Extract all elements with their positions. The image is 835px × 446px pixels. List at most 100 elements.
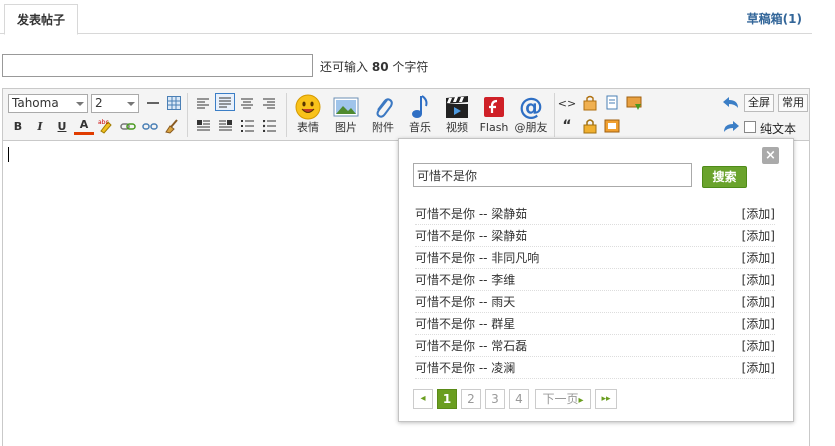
add-link[interactable]: [添加]: [742, 357, 775, 379]
tab-post[interactable]: 发表帖子: [4, 4, 78, 35]
font-family-select[interactable]: Tahoma: [8, 94, 88, 113]
attachment-label: 附件: [372, 121, 394, 134]
music-button[interactable]: 音乐: [402, 93, 438, 137]
password-button[interactable]: [580, 117, 600, 135]
undo-icon: [723, 97, 738, 108]
frame-icon: [604, 119, 620, 133]
redo-button[interactable]: [721, 118, 741, 136]
list-item: 可惜不是你 -- 李维 [添加]: [415, 269, 775, 291]
horizontal-rule-icon: [147, 102, 159, 104]
highlighter-icon: abc: [98, 119, 112, 134]
quote-button[interactable]: “: [557, 117, 577, 135]
flash-icon: [484, 97, 504, 117]
emoticon-label: 表情: [297, 121, 319, 134]
align-right-button[interactable]: [259, 94, 279, 112]
horizontal-rule-button[interactable]: [143, 94, 163, 112]
add-link[interactable]: [添加]: [742, 203, 775, 225]
clear-format-button[interactable]: [162, 117, 182, 135]
list-item: 可惜不是你 -- 常石磊 [添加]: [415, 335, 775, 357]
tab-bar: 发表帖子 草稿箱(1): [0, 0, 812, 35]
music-note-icon: [412, 95, 428, 118]
page-break-button[interactable]: [602, 94, 622, 112]
char-hint-prefix: 还可输入: [320, 60, 369, 74]
ordered-list-button[interactable]: [237, 117, 257, 135]
photo-download-icon: [626, 96, 642, 110]
close-button[interactable]: ×: [762, 147, 779, 164]
title-input[interactable]: [2, 54, 313, 77]
list-item: 可惜不是你 -- 凌澜 [添加]: [415, 357, 775, 379]
music-search-input[interactable]: [413, 163, 692, 187]
add-link[interactable]: [添加]: [742, 247, 775, 269]
svg-text:@: @: [519, 94, 543, 120]
italic-button[interactable]: I: [30, 117, 50, 135]
insert-link-button[interactable]: [118, 117, 138, 135]
font-color-button[interactable]: A: [74, 117, 94, 135]
list-item: 可惜不是你 -- 梁静茹 [添加]: [415, 225, 775, 247]
float-left-button[interactable]: [193, 117, 213, 135]
font-family-value: Tahoma: [12, 96, 59, 110]
prev-page-button[interactable]: ◂: [413, 389, 433, 409]
video-button[interactable]: 视频: [439, 93, 475, 137]
font-size-select[interactable]: 2: [91, 94, 139, 113]
align-left-button[interactable]: [193, 94, 213, 112]
code-button[interactable]: <>: [557, 94, 577, 112]
list-item: 可惜不是你 -- 非同凡响 [添加]: [415, 247, 775, 269]
bold-button[interactable]: B: [8, 117, 28, 135]
float-right-button[interactable]: [215, 117, 235, 135]
common-button[interactable]: 常用: [778, 94, 808, 112]
search-button[interactable]: 搜索: [702, 166, 747, 188]
align-left-icon: [197, 98, 209, 108]
search-results: 可惜不是你 -- 梁静茹 [添加] 可惜不是你 -- 梁静茹 [添加] 可惜不是你 …: [415, 203, 775, 379]
paperclip-icon: [376, 98, 393, 118]
add-link[interactable]: [添加]: [742, 225, 775, 247]
plain-text-checkbox[interactable]: [744, 121, 756, 133]
next-page-button[interactable]: 下一页▸: [535, 389, 591, 409]
link-icon: [120, 123, 136, 130]
image-label: 图片: [335, 121, 357, 134]
flash-label: Flash: [479, 121, 509, 134]
add-link[interactable]: [添加]: [742, 335, 775, 357]
emoticon-button[interactable]: 表情: [290, 93, 326, 137]
add-link[interactable]: [添加]: [742, 291, 775, 313]
page-4-button[interactable]: 4: [509, 389, 529, 409]
table-button[interactable]: [164, 94, 184, 112]
drafts-link[interactable]: 草稿箱(1): [747, 10, 802, 27]
document-icon: [606, 95, 618, 110]
attachment-button[interactable]: 附件: [365, 93, 401, 137]
page-2-button[interactable]: 2: [461, 389, 481, 409]
video-icon: [446, 96, 468, 118]
undo-button[interactable]: [721, 94, 741, 112]
page-1-button[interactable]: 1: [437, 389, 457, 409]
result-title: 可惜不是你 -- 凌澜: [415, 361, 516, 375]
hide-content-button[interactable]: [580, 94, 600, 112]
add-link[interactable]: [添加]: [742, 269, 775, 291]
flash-button[interactable]: Flash: [476, 93, 512, 137]
mention-friend-button[interactable]: @ @朋友: [511, 93, 551, 137]
mention-friend-label: @朋友: [514, 121, 548, 134]
insert-media-button[interactable]: [624, 94, 644, 112]
smiley-icon: [295, 94, 321, 120]
align-justify-button[interactable]: [215, 93, 235, 111]
image-button[interactable]: 图片: [328, 93, 364, 137]
align-center-button[interactable]: [237, 94, 257, 112]
unordered-list-button[interactable]: [259, 117, 279, 135]
float-left-icon: [196, 120, 210, 131]
result-title: 可惜不是你 -- 梁静茹: [415, 207, 528, 221]
fullscreen-button[interactable]: 全屏: [744, 94, 774, 112]
unlink-button[interactable]: [140, 117, 160, 135]
char-count-hint: 还可输入 80 个字符: [320, 58, 428, 75]
result-title: 可惜不是你 -- 常石磊: [415, 339, 528, 353]
grid-lock-icon: [583, 95, 597, 111]
last-page-button[interactable]: ▸▸: [595, 389, 617, 409]
ordered-list-icon: [240, 120, 254, 132]
highlight-button[interactable]: abc: [96, 117, 116, 135]
page-3-button[interactable]: 3: [485, 389, 505, 409]
unlink-icon: [142, 123, 158, 130]
list-item: 可惜不是你 -- 群星 [添加]: [415, 313, 775, 335]
char-hint-suffix: 个字符: [392, 60, 429, 74]
lock-icon: [583, 119, 597, 134]
free-button[interactable]: [602, 117, 622, 135]
result-title: 可惜不是你 -- 非同凡响: [415, 251, 540, 265]
add-link[interactable]: [添加]: [742, 313, 775, 335]
underline-button[interactable]: U: [52, 117, 72, 135]
